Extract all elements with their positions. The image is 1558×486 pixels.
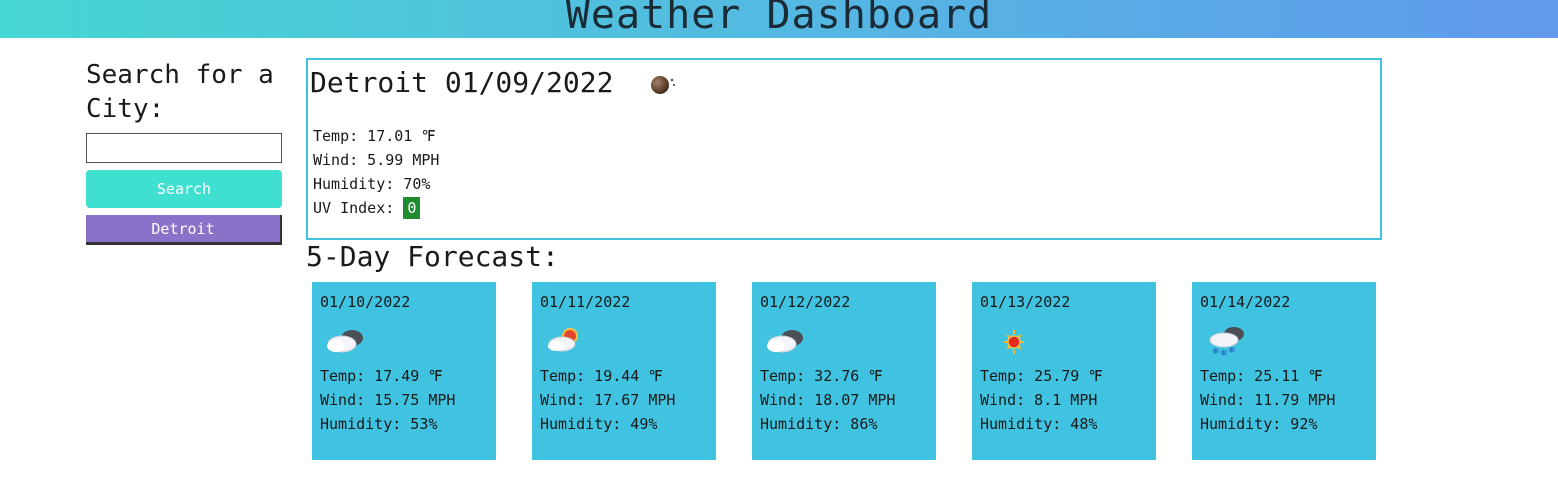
forecast-wind: Wind: 8.1 MPH (980, 391, 1098, 409)
forecast-temp: Temp: 25.79 ℉ (980, 367, 1103, 385)
svg-text:❄: ❄ (1212, 347, 1220, 357)
current-wind: Wind: 5.99 MPH (313, 151, 440, 169)
svg-text:❄: ❄ (1228, 346, 1236, 356)
forecast-card-4: 01/13/2022 Temp: 25.79 ℉ Wind: 8.1 MPH H… (972, 282, 1156, 460)
forecast-humidity: Humidity: 53% (320, 415, 438, 433)
forecast-card-3: 01/12/2022 Temp: 32.76 ℉ Wind: 18.07 MPH… (752, 282, 936, 460)
forecast-temp: Temp: 17.49 ℉ (320, 367, 443, 385)
current-humidity: Humidity: 70% (313, 175, 431, 193)
uv-index-badge: 0 (403, 197, 421, 219)
night-icon (651, 76, 676, 94)
forecast-card-2: 01/11/2022 Temp: 19.44 ℉ Wind: 17.67 MPH… (532, 282, 716, 460)
forecast-wind: Wind: 11.79 MPH (1200, 391, 1336, 409)
forecast-date: 01/10/2022 (320, 293, 411, 311)
forecast-date: 01/13/2022 (980, 293, 1071, 311)
forecast-date: 01/14/2022 (1200, 293, 1291, 311)
forecast-date: 01/12/2022 (760, 293, 851, 311)
cloudy-icon (767, 330, 803, 353)
forecast-temp: Temp: 19.44 ℉ (540, 367, 663, 385)
current-stats: Temp: 17.01 ℉ Wind: 5.99 MPH Humidity: 7… (313, 124, 439, 220)
forecast-date: 01/11/2022 (540, 293, 631, 311)
forecast-card-5: 01/14/2022 ❄ ❄ ❄ Temp: 25.11 ℉ Wind: 11.… (1192, 282, 1376, 460)
current-uv-row: UV Index: 0 (313, 196, 439, 220)
current-city-title: Detroit 01/09/2022 (310, 66, 614, 99)
forecast-card-1: 01/10/2022 Temp: 17.49 ℉ Wind: 15.75 MPH… (312, 282, 496, 460)
current-temp: Temp: 17.01 ℉ (313, 127, 436, 145)
current-weather-panel: Detroit 01/09/2022 Temp: 17.01 ℉ Wind: 5… (306, 58, 1382, 240)
forecast-wind: Wind: 18.07 MPH (760, 391, 896, 409)
forecast-temp: Temp: 25.11 ℉ (1200, 367, 1323, 385)
uv-index-label: UV Index: (313, 199, 404, 217)
page-title: Weather Dashboard (565, 0, 993, 38)
forecast-humidity: Humidity: 92% (1200, 415, 1318, 433)
snow-icon: ❄ ❄ ❄ (1209, 327, 1244, 358)
forecast-humidity: Humidity: 49% (540, 415, 658, 433)
search-sidebar: Search for a City: Search Detroit (86, 58, 286, 245)
forecast-title: 5-Day Forecast: (306, 240, 559, 273)
forecast-humidity: Humidity: 86% (760, 415, 878, 433)
search-button[interactable]: Search (86, 170, 282, 208)
search-title: Search for a City: (86, 60, 274, 124)
forecast-temp: Temp: 32.76 ℉ (760, 367, 883, 385)
sun-icon (1004, 330, 1024, 354)
cloudy-icon (327, 330, 363, 353)
history-button-detroit[interactable]: Detroit (86, 215, 282, 245)
svg-text:❄: ❄ (1220, 349, 1228, 358)
city-search-input[interactable] (86, 133, 282, 163)
forecast-wind: Wind: 17.67 MPH (540, 391, 676, 409)
forecast-humidity: Humidity: 48% (980, 415, 1098, 433)
page-header: Weather Dashboard (0, 0, 1558, 38)
partly-cloudy-icon (548, 328, 578, 352)
forecast-wind: Wind: 15.75 MPH (320, 391, 456, 409)
